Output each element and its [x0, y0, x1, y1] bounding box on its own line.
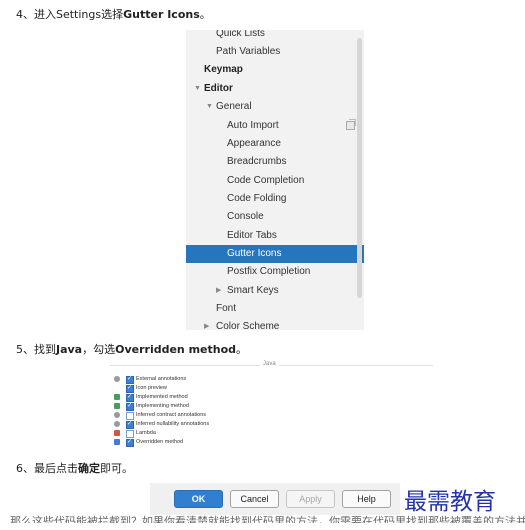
ok-button[interactable]: OK	[174, 490, 223, 508]
tree-item-auto-import[interactable]: Auto Import	[186, 117, 364, 135]
java-gutter-icons-panel: Java External annotations Icon preview I…	[110, 361, 433, 453]
step-4-bold: Gutter Icons	[123, 8, 200, 21]
java-section-title: Java	[260, 361, 279, 367]
tree-item-label: Editor	[204, 83, 233, 94]
option-label: Lambda	[136, 430, 156, 436]
tree-item-label: Postfix Completion	[227, 266, 311, 277]
tree-item-label: Path Variables	[216, 46, 281, 57]
tree-item-console[interactable]: Console	[186, 208, 364, 226]
option-label: Inferred nullability annotations	[136, 421, 210, 427]
step-6-suffix: 即可。	[100, 462, 133, 475]
step-6-instruction: 6、最后点击确定即可。	[16, 460, 133, 476]
checkbox-unchecked[interactable]	[126, 412, 134, 420]
checkbox-unchecked[interactable]	[126, 430, 134, 438]
option-label: Overridden method	[136, 439, 184, 445]
step-5-middle: ，勾选	[82, 343, 116, 356]
checkbox-checked[interactable]	[126, 375, 134, 384]
apply-button[interactable]: Apply	[286, 490, 335, 508]
collapsed-arrow-icon[interactable]: ▶	[216, 282, 221, 300]
watermark-logo: 最需教育	[404, 489, 496, 515]
tree-scrollbar[interactable]	[357, 38, 362, 298]
tree-item-keymap[interactable]: Keymap	[186, 61, 364, 79]
tree-item-label: Code Folding	[227, 193, 287, 204]
step-5-prefix: 5、找到	[16, 343, 56, 356]
option-label: Inferred contract annotations	[136, 412, 207, 418]
dialog-button-bar: OK Cancel Apply Help	[150, 483, 400, 515]
tree-item-font[interactable]: Font	[186, 300, 364, 318]
tree-item-breadcrumbs[interactable]: Breadcrumbs	[186, 153, 364, 171]
tree-item-label: Console	[227, 211, 264, 222]
tree-item-editor-tabs[interactable]: Editor Tabs	[186, 227, 364, 245]
step-6-prefix: 6、最后点击	[16, 462, 78, 475]
implemented-icon	[114, 394, 120, 400]
cut-off-paragraph: 那么这些代码能被拦截到？如果你看清楚就能找到代码里的方法，你需要在代码里找到那些…	[10, 515, 525, 523]
tree-item-label: Appearance	[227, 138, 281, 149]
gray-circle-icon	[114, 412, 120, 418]
step-5-suffix: 。	[236, 343, 248, 356]
step-6-bold: 确定	[78, 462, 100, 475]
tree-item-gutter-icons[interactable]: Gutter Icons	[186, 245, 364, 263]
option-label: Implemented method	[136, 394, 188, 400]
option-label: Implementing method	[136, 403, 189, 409]
gray-circle-icon	[114, 421, 120, 427]
checkbox-checked[interactable]	[126, 420, 134, 429]
step-4-prefix: 4、进入Settings选择	[16, 8, 124, 21]
tree-item-smart-keys[interactable]: ▶ Smart Keys	[186, 282, 364, 300]
tree-item-label: Code Completion	[227, 175, 305, 186]
tree-item-editor[interactable]: ▼ Editor	[186, 80, 364, 98]
implementing-icon	[114, 403, 120, 409]
step-5-instruction: 5、找到Java，勾选Overridden method。	[16, 341, 247, 357]
option-label: Icon preview	[136, 385, 167, 391]
tree-item-path-variables[interactable]: Path Variables	[186, 43, 364, 61]
settings-tree-panel: Quick Lists Path Variables Keymap ▼ Edit…	[186, 30, 364, 330]
tree-item-label: Auto Import	[227, 120, 279, 131]
cancel-button[interactable]: Cancel	[230, 490, 279, 508]
expanded-arrow-icon[interactable]: ▼	[206, 98, 213, 116]
tree-item-quick-lists[interactable]: Quick Lists	[186, 30, 364, 43]
help-button[interactable]: Help	[342, 490, 391, 508]
checkbox-checked[interactable]	[126, 393, 134, 402]
checkbox-checked[interactable]	[126, 438, 134, 447]
tree-item-label: Gutter Icons	[227, 248, 282, 259]
step-5-bold2: Overridden method	[115, 343, 237, 356]
tree-item-label: Keymap	[204, 64, 243, 75]
tree-item-postfix-completion[interactable]: Postfix Completion	[186, 263, 364, 281]
step-5-bold: Java	[56, 343, 83, 356]
tree-item-label: Editor Tabs	[227, 230, 277, 241]
checkbox-checked[interactable]	[126, 384, 134, 393]
tree-item-label: Quick Lists	[216, 30, 265, 39]
lambda-icon	[114, 430, 120, 436]
tree-item-label: Smart Keys	[227, 285, 279, 296]
step-4-suffix: 。	[199, 8, 211, 21]
overridden-icon	[114, 439, 120, 445]
gray-circle-icon	[114, 376, 120, 382]
copy-icon	[346, 119, 356, 130]
tree-item-label: General	[216, 101, 252, 112]
tree-item-code-completion[interactable]: Code Completion	[186, 172, 364, 190]
tree-item-label: Breadcrumbs	[227, 156, 287, 167]
step-4-instruction: 4、进入Settings选择Gutter Icons。	[16, 6, 211, 22]
tree-item-label: Font	[216, 303, 237, 314]
option-label: External annotations	[136, 376, 187, 382]
collapsed-arrow-icon[interactable]: ▶	[204, 318, 209, 330]
tree-item-color-scheme[interactable]: ▶ Color Scheme	[186, 318, 364, 330]
tree-item-label: Color Scheme	[216, 321, 280, 330]
checkbox-checked[interactable]	[126, 402, 134, 411]
tree-item-appearance[interactable]: Appearance	[186, 135, 364, 153]
tree-item-general[interactable]: ▼ General	[186, 98, 364, 116]
expanded-arrow-icon[interactable]: ▼	[194, 80, 201, 98]
tree-item-code-folding[interactable]: Code Folding	[186, 190, 364, 208]
